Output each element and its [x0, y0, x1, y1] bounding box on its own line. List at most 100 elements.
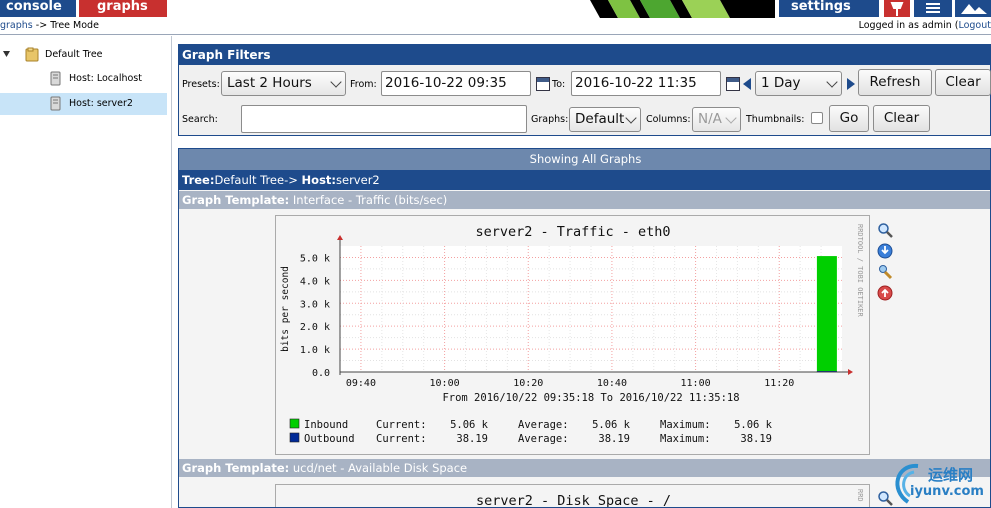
legend-maximum-label: Maximum: [660, 419, 711, 431]
presets-label: Presets: [182, 79, 220, 90]
legend-average-value: 38.19 [598, 433, 630, 445]
server-icon [50, 96, 61, 111]
list-icon [926, 3, 940, 13]
x-axis-arrow-icon [848, 369, 853, 375]
breadcrumb-graphs-link[interactable]: graphs [0, 20, 33, 31]
data-bar-inbound [816, 256, 837, 372]
x-tick-label: 10:40 [597, 378, 627, 389]
from-date-value: 2016-10-22 09:35 [385, 75, 507, 91]
y-tick-label: 2.0 k [300, 322, 330, 333]
legend-name: Outbound [304, 433, 355, 445]
to-date-value: 2016-10-22 11:35 [575, 75, 697, 91]
search-label: Search: [182, 114, 218, 125]
graph-filters-title: Graph Filters [179, 45, 990, 65]
login-text: Logged in as admin ( [858, 20, 959, 31]
legend-maximum-value: 5.06 k [734, 419, 773, 431]
calendar-icon[interactable] [726, 77, 740, 91]
chevron-down-icon [625, 112, 637, 124]
graph-range-text: From 2016/10/22 09:35:18 To 2016/10/22 1… [442, 392, 739, 404]
tree-path-arrow: -> [284, 173, 298, 187]
graphs-select[interactable]: Default [569, 107, 641, 132]
presets-select[interactable]: Last 2 Hours [221, 71, 346, 96]
tree-node-default-tree[interactable]: Default Tree [0, 46, 172, 64]
shift-left-icon[interactable] [743, 78, 751, 90]
traffic-chart: server2 - Traffic - eth0 RRDTOOL / TOBI O… [280, 224, 864, 445]
legend-current-label: Current: [376, 433, 427, 445]
tab-graphs-label: graphs [97, 0, 148, 14]
breadcrumb: graphs -> Tree Mode [0, 18, 99, 34]
folder-icon [25, 47, 39, 62]
graphs-value: Default [575, 111, 625, 127]
search-input[interactable] [241, 105, 527, 133]
tab-graphs[interactable]: graphs [79, 0, 167, 17]
graph-tree: Default Tree Host: Localhost Host: serve… [0, 36, 172, 508]
y-tick-label: 1.0 k [300, 345, 330, 356]
graph-filters-panel: Graph Filters Presets: Last 2 Hours From… [178, 44, 991, 136]
go-button[interactable]: Go [829, 105, 869, 132]
legend-current-value: 38.19 [456, 433, 488, 445]
timespan-value: 1 Day [761, 75, 801, 91]
graph-title: server2 - Disk Space - / [475, 493, 672, 508]
clear-button[interactable]: Clear [935, 69, 991, 96]
tree-node-host-server2[interactable]: Host: server2 [0, 93, 167, 115]
columns-select[interactable]: N/A [692, 107, 741, 132]
expand-arrow-icon[interactable] [3, 50, 11, 58]
columns-label: Columns: [646, 114, 691, 125]
graphs-label: Graphs: [531, 114, 569, 125]
legend-swatch [289, 418, 300, 429]
tab-settings[interactable]: settings [779, 0, 879, 17]
legend-current-value: 5.06 k [450, 419, 489, 431]
realtime-icon[interactable] [877, 285, 893, 301]
graph-template-label: Graph Template: [182, 461, 290, 475]
tree-root-label: Default Tree [45, 49, 103, 60]
tab-settings-label: settings [791, 0, 851, 14]
tree-node-host-localhost[interactable]: Host: Localhost [0, 70, 172, 88]
y-tick-label: 5.0 k [300, 253, 330, 264]
swirl-logo-icon [895, 463, 919, 504]
shift-right-icon[interactable] [847, 78, 855, 90]
clear-search-button[interactable]: Clear [873, 105, 930, 132]
tree-host-label: Host: Localhost [69, 73, 142, 84]
timespan-select[interactable]: 1 Day [755, 71, 842, 96]
tree-path-value: Default Tree [214, 173, 285, 187]
refresh-button[interactable]: Refresh [858, 69, 932, 96]
to-label: To: [552, 79, 566, 90]
logout-link[interactable]: Logout [958, 20, 991, 31]
chevron-down-icon [826, 76, 838, 88]
server-icon [50, 71, 61, 86]
host-path-value: server2 [336, 173, 380, 187]
to-date-input[interactable]: 2016-10-22 11:35 [571, 71, 721, 96]
watermark-url: iyunv.com [910, 484, 984, 499]
zoom-icon[interactable] [877, 222, 893, 238]
y-axis-label: bits per second [280, 266, 291, 352]
y-tick-label: 4.0 k [300, 276, 330, 287]
x-tick-label: 11:20 [764, 378, 794, 389]
banner-stripes-icon [590, 0, 775, 18]
graph-template-label: Graph Template: [182, 193, 290, 207]
preview-view-button[interactable] [955, 0, 991, 17]
graph-template-header: Graph Template: ucd/net - Available Disk… [179, 459, 990, 477]
from-label: From: [350, 79, 377, 90]
x-tick-label: 10:20 [513, 378, 543, 389]
chevron-down-icon [330, 76, 342, 88]
presets-value: Last 2 Hours [227, 75, 312, 91]
graphs-panel: Showing All Graphs Tree:Default Tree-> H… [178, 148, 991, 508]
y-axis-arrow-icon [337, 235, 343, 240]
tab-console[interactable]: console [0, 0, 76, 17]
chevron-down-icon [725, 112, 737, 124]
graph-traffic-eth0[interactable]: server2 - Traffic - eth0 RRDTOOL / TOBI O… [275, 215, 870, 455]
host-path-label: Host: [301, 173, 337, 187]
graph-disk-space[interactable]: server2 - Disk Space - / RRD [275, 484, 870, 508]
watermark-logo: 运维网 iyunv.com [888, 458, 991, 508]
realtime-button[interactable] [884, 0, 910, 17]
showing-all-graphs: Showing All Graphs [179, 149, 990, 170]
top-navigation: console graphs settings [0, 0, 991, 18]
download-icon[interactable] [877, 243, 893, 259]
wrench-icon[interactable] [877, 264, 893, 280]
thumbnails-checkbox[interactable] [811, 112, 823, 124]
calendar-icon[interactable] [536, 77, 550, 91]
x-tick-label: 11:00 [681, 378, 711, 389]
list-view-button[interactable] [914, 0, 952, 17]
login-status: Logged in as admin (Logout [859, 18, 991, 34]
from-date-input[interactable]: 2016-10-22 09:35 [381, 71, 531, 96]
